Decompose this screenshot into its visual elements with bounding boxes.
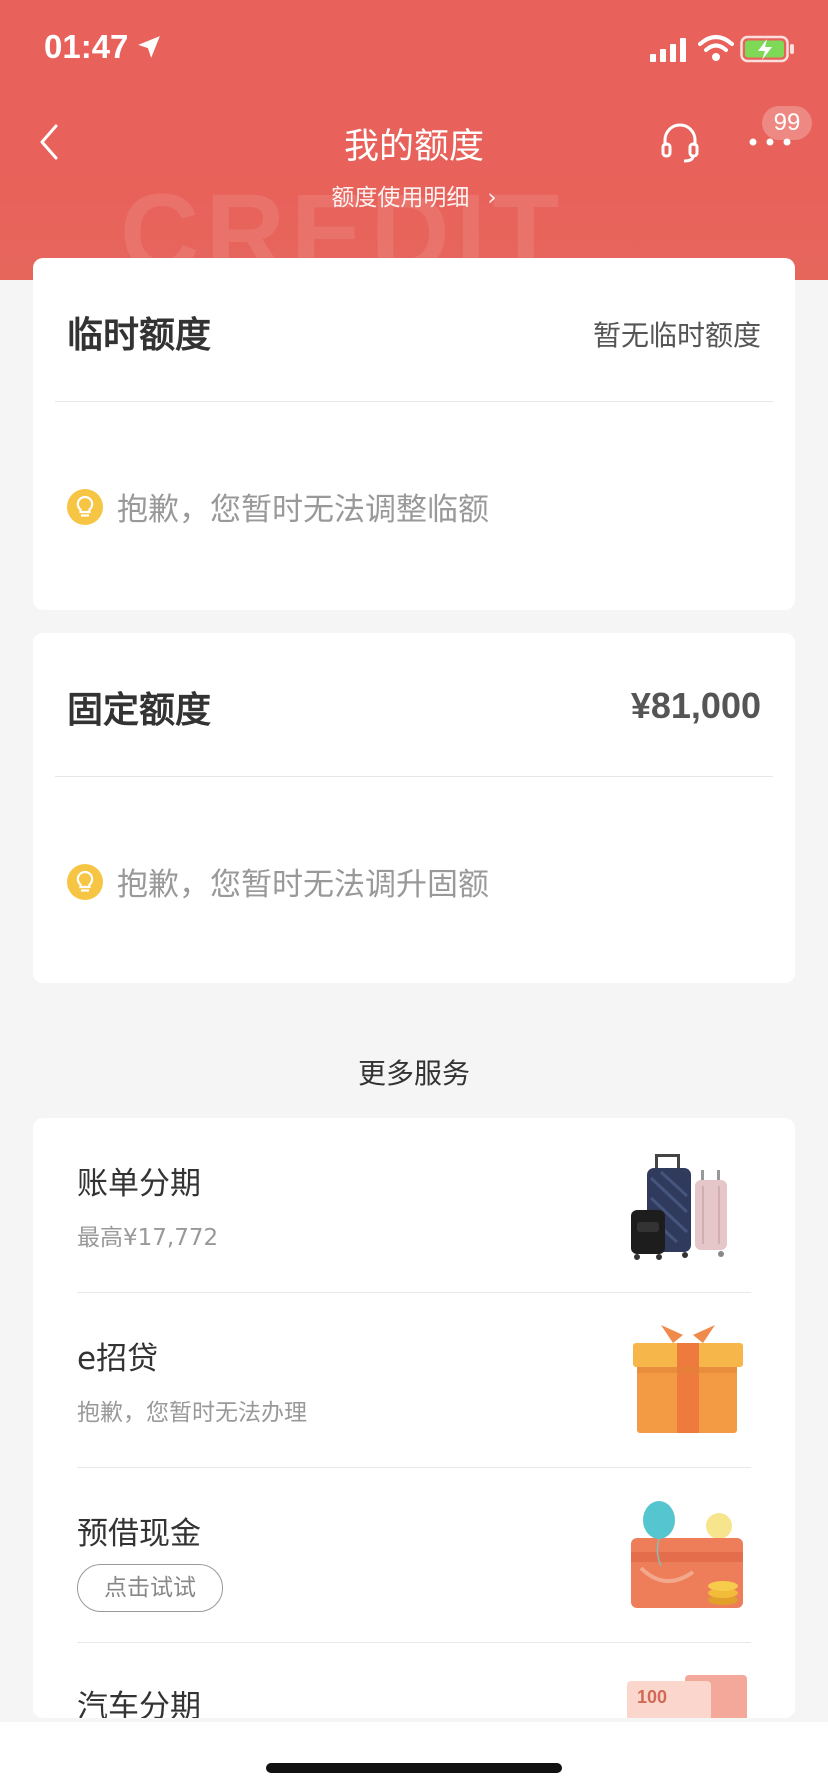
- svg-text:100: 100: [637, 1687, 667, 1707]
- service-item-e-loan[interactable]: e招贷 抱歉，您暂时无法办理: [33, 1293, 795, 1468]
- service-subtitle: 最高¥17,772: [77, 1225, 219, 1251]
- service-item-cash-advance[interactable]: 预借现金 点击试试: [33, 1468, 795, 1643]
- message-count-badge: 99: [762, 106, 812, 140]
- usage-detail-label: 额度使用明细: [331, 185, 470, 211]
- more-services-heading: 更多服务: [357, 1057, 470, 1090]
- temporary-quota-status: 暂无临时额度: [592, 319, 761, 352]
- temporary-quota-tip: 抱歉，您暂时无法调整临额: [67, 484, 489, 529]
- temporary-quota-card: 临时额度 暂无临时额度 抱歉，您暂时无法调整临额: [33, 258, 795, 610]
- service-subtitle: 抱歉，您暂时无法办理: [77, 1400, 307, 1426]
- service-title: 预借现金: [77, 1516, 201, 1552]
- banknote-icon: 100: [627, 1675, 747, 1718]
- service-title: 汽车分期: [77, 1689, 201, 1718]
- bottom-bar: [0, 1722, 828, 1792]
- chevron-right-icon: ›: [487, 185, 497, 211]
- location-arrow-icon: [138, 36, 160, 58]
- gift-box-icon: [633, 1325, 743, 1433]
- service-title: e招贷: [77, 1341, 159, 1377]
- fixed-quota-title: 固定额度: [67, 690, 212, 731]
- service-item-car-installment[interactable]: 汽车分期 100: [33, 1643, 795, 1718]
- wifi-icon: [698, 35, 734, 61]
- home-indicator[interactable]: [266, 1763, 562, 1773]
- fixed-quota-tip: 抱歉，您暂时无法调升固额: [67, 859, 489, 904]
- usage-detail-link[interactable]: 额度使用明细 ›: [0, 178, 828, 212]
- fixed-quota-card: 固定额度 ¥81,000 抱歉，您暂时无法调升固额: [33, 633, 795, 983]
- cellular-signal-icon: [650, 38, 686, 62]
- lightbulb-icon: [67, 863, 103, 900]
- temporary-quota-title: 临时额度: [67, 315, 212, 356]
- fixed-quota-tip-text: 抱歉，您暂时无法调升固额: [117, 867, 489, 903]
- fixed-quota-amount: ¥81,000: [630, 685, 761, 726]
- navigation-bar: 我的额度 99: [0, 100, 828, 184]
- try-now-button[interactable]: 点击试试: [77, 1564, 223, 1612]
- luggage-icon: [631, 1154, 727, 1260]
- status-bar: 01:47: [0, 0, 828, 100]
- services-list: 账单分期 最高¥17,772 e招贷 抱歉，您暂时无法办理 预借现金 点击试试 …: [33, 1118, 795, 1718]
- service-title: 账单分期: [77, 1166, 201, 1202]
- divider: [55, 776, 773, 777]
- page-title: 我的额度: [343, 127, 484, 167]
- lightbulb-icon: [67, 488, 103, 525]
- service-item-bill-installment[interactable]: 账单分期 最高¥17,772: [33, 1118, 795, 1293]
- temporary-quota-tip-text: 抱歉，您暂时无法调整临额: [117, 492, 489, 528]
- divider: [55, 401, 773, 402]
- status-time: 01:47: [44, 28, 129, 65]
- cash-card-icon: [631, 1501, 743, 1608]
- customer-service-headset-icon[interactable]: [660, 120, 700, 164]
- battery-charging-icon: [740, 35, 794, 63]
